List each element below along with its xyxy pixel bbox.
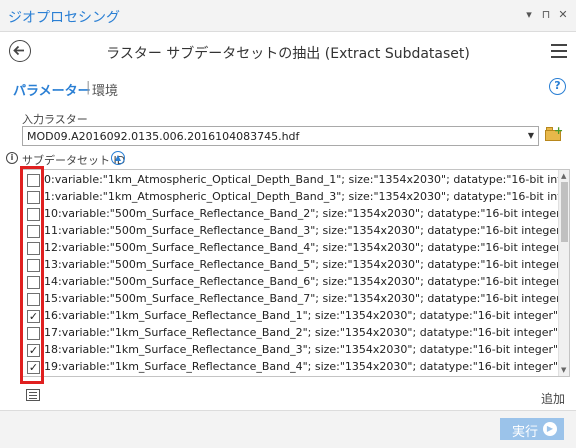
- tab-separator: |: [86, 80, 91, 95]
- list-item[interactable]: 11:variable:"500m_Surface_Reflectance_Ba…: [21, 223, 558, 240]
- list-item[interactable]: 12:variable:"500m_Surface_Reflectance_Ba…: [21, 240, 558, 257]
- browse-folder-icon[interactable]: +: [545, 124, 563, 141]
- scroll-thumb[interactable]: [561, 182, 568, 242]
- list-item[interactable]: ✓ 18:variable:"1km_Surface_Reflectance_Ba…: [21, 342, 558, 359]
- info-icon[interactable]: i: [6, 152, 18, 164]
- run-button[interactable]: 実行 ▶: [500, 418, 564, 440]
- list-view-icon[interactable]: [26, 389, 40, 401]
- list-item-label: 15:variable:"500m_Surface_Reflectance_Ba…: [44, 292, 558, 305]
- pin-icon[interactable]: ⊓: [539, 8, 553, 21]
- input-raster-value: MOD09.A2016092.0135.006.2016104083745.hd…: [27, 130, 300, 143]
- list-item[interactable]: 10:variable:"500m_Surface_Reflectance_Ba…: [21, 206, 558, 223]
- play-icon: ▶: [543, 422, 557, 436]
- add-button[interactable]: 追加: [541, 390, 565, 407]
- close-icon[interactable]: ✕: [556, 8, 570, 21]
- input-raster-dropdown[interactable]: MOD09.A2016092.0135.006.2016104083745.hd…: [22, 126, 539, 146]
- list-item-label: 0:variable:"1km_Atmospheric_Optical_Dept…: [44, 173, 558, 186]
- tab-environments[interactable]: 環境: [92, 80, 118, 99]
- pane-options-icon[interactable]: ▾: [522, 8, 536, 21]
- list-item[interactable]: 2:variable:"1km_Atmospheric_Optical_Dept…: [21, 376, 558, 377]
- list-item-label: 17:variable:"1km_Surface_Reflectance_Ban…: [44, 326, 558, 339]
- subdataset-list[interactable]: 0:variable:"1km_Atmospheric_Optical_Dept…: [20, 169, 570, 377]
- list-item-label: 13:variable:"500m_Surface_Reflectance_Ba…: [44, 258, 558, 271]
- list-item-label: 18:variable:"1km_Surface_Reflectance_Ban…: [44, 343, 558, 356]
- pane-header: ジオプロセシング ▾ ⊓ ✕: [0, 0, 576, 32]
- list-item-label: 11:variable:"500m_Surface_Reflectance_Ba…: [44, 224, 558, 237]
- list-item-label: 1:variable:"1km_Atmospheric_Optical_Dept…: [44, 190, 558, 203]
- menu-icon[interactable]: [551, 44, 567, 58]
- checkbox-highlight-box: [20, 166, 44, 384]
- list-item[interactable]: ✓ 16:variable:"1km_Surface_Reflectance_Ba…: [21, 308, 558, 325]
- input-raster-label: 入力ラスター: [22, 113, 88, 126]
- list-item[interactable]: 15:variable:"500m_Surface_Reflectance_Ba…: [21, 291, 558, 308]
- footer: [0, 410, 576, 448]
- list-item-label: 19:variable:"1km_Surface_Reflectance_Ban…: [44, 360, 558, 373]
- list-item[interactable]: 17:variable:"1km_Surface_Reflectance_Ban…: [21, 325, 558, 342]
- scroll-down-icon[interactable]: ▼: [561, 366, 566, 374]
- scroll-up-icon[interactable]: ▲: [561, 172, 566, 180]
- list-item-label: 16:variable:"1km_Surface_Reflectance_Ban…: [44, 309, 558, 322]
- list-item[interactable]: ✓ 19:variable:"1km_Surface_Reflectance_Ba…: [21, 359, 558, 376]
- list-item[interactable]: 14:variable:"500m_Surface_Reflectance_Ba…: [21, 274, 558, 291]
- run-label: 実行: [512, 425, 539, 440]
- list-item[interactable]: 1:variable:"1km_Atmospheric_Optical_Dept…: [21, 189, 558, 206]
- list-item[interactable]: 0:variable:"1km_Atmospheric_Optical_Dept…: [21, 172, 558, 189]
- tab-parameters[interactable]: パラメーター: [13, 80, 91, 99]
- tool-title: ラスター サブデータセットの抽出 (Extract Subdataset): [106, 46, 470, 62]
- list-item-label: 14:variable:"500m_Surface_Reflectance_Ba…: [44, 275, 558, 288]
- collapse-icon[interactable]: ▲: [111, 151, 125, 165]
- list-item-label: 12:variable:"500m_Surface_Reflectance_Ba…: [44, 241, 558, 254]
- help-icon[interactable]: ?: [549, 78, 566, 95]
- pane-title: ジオプロセシング: [8, 10, 120, 26]
- list-item[interactable]: 13:variable:"500m_Surface_Reflectance_Ba…: [21, 257, 558, 274]
- dropdown-arrow-icon: ▼: [527, 131, 534, 140]
- list-item-label: 10:variable:"500m_Surface_Reflectance_Ba…: [44, 207, 558, 220]
- vertical-scrollbar[interactable]: ▲ ▼: [558, 170, 569, 376]
